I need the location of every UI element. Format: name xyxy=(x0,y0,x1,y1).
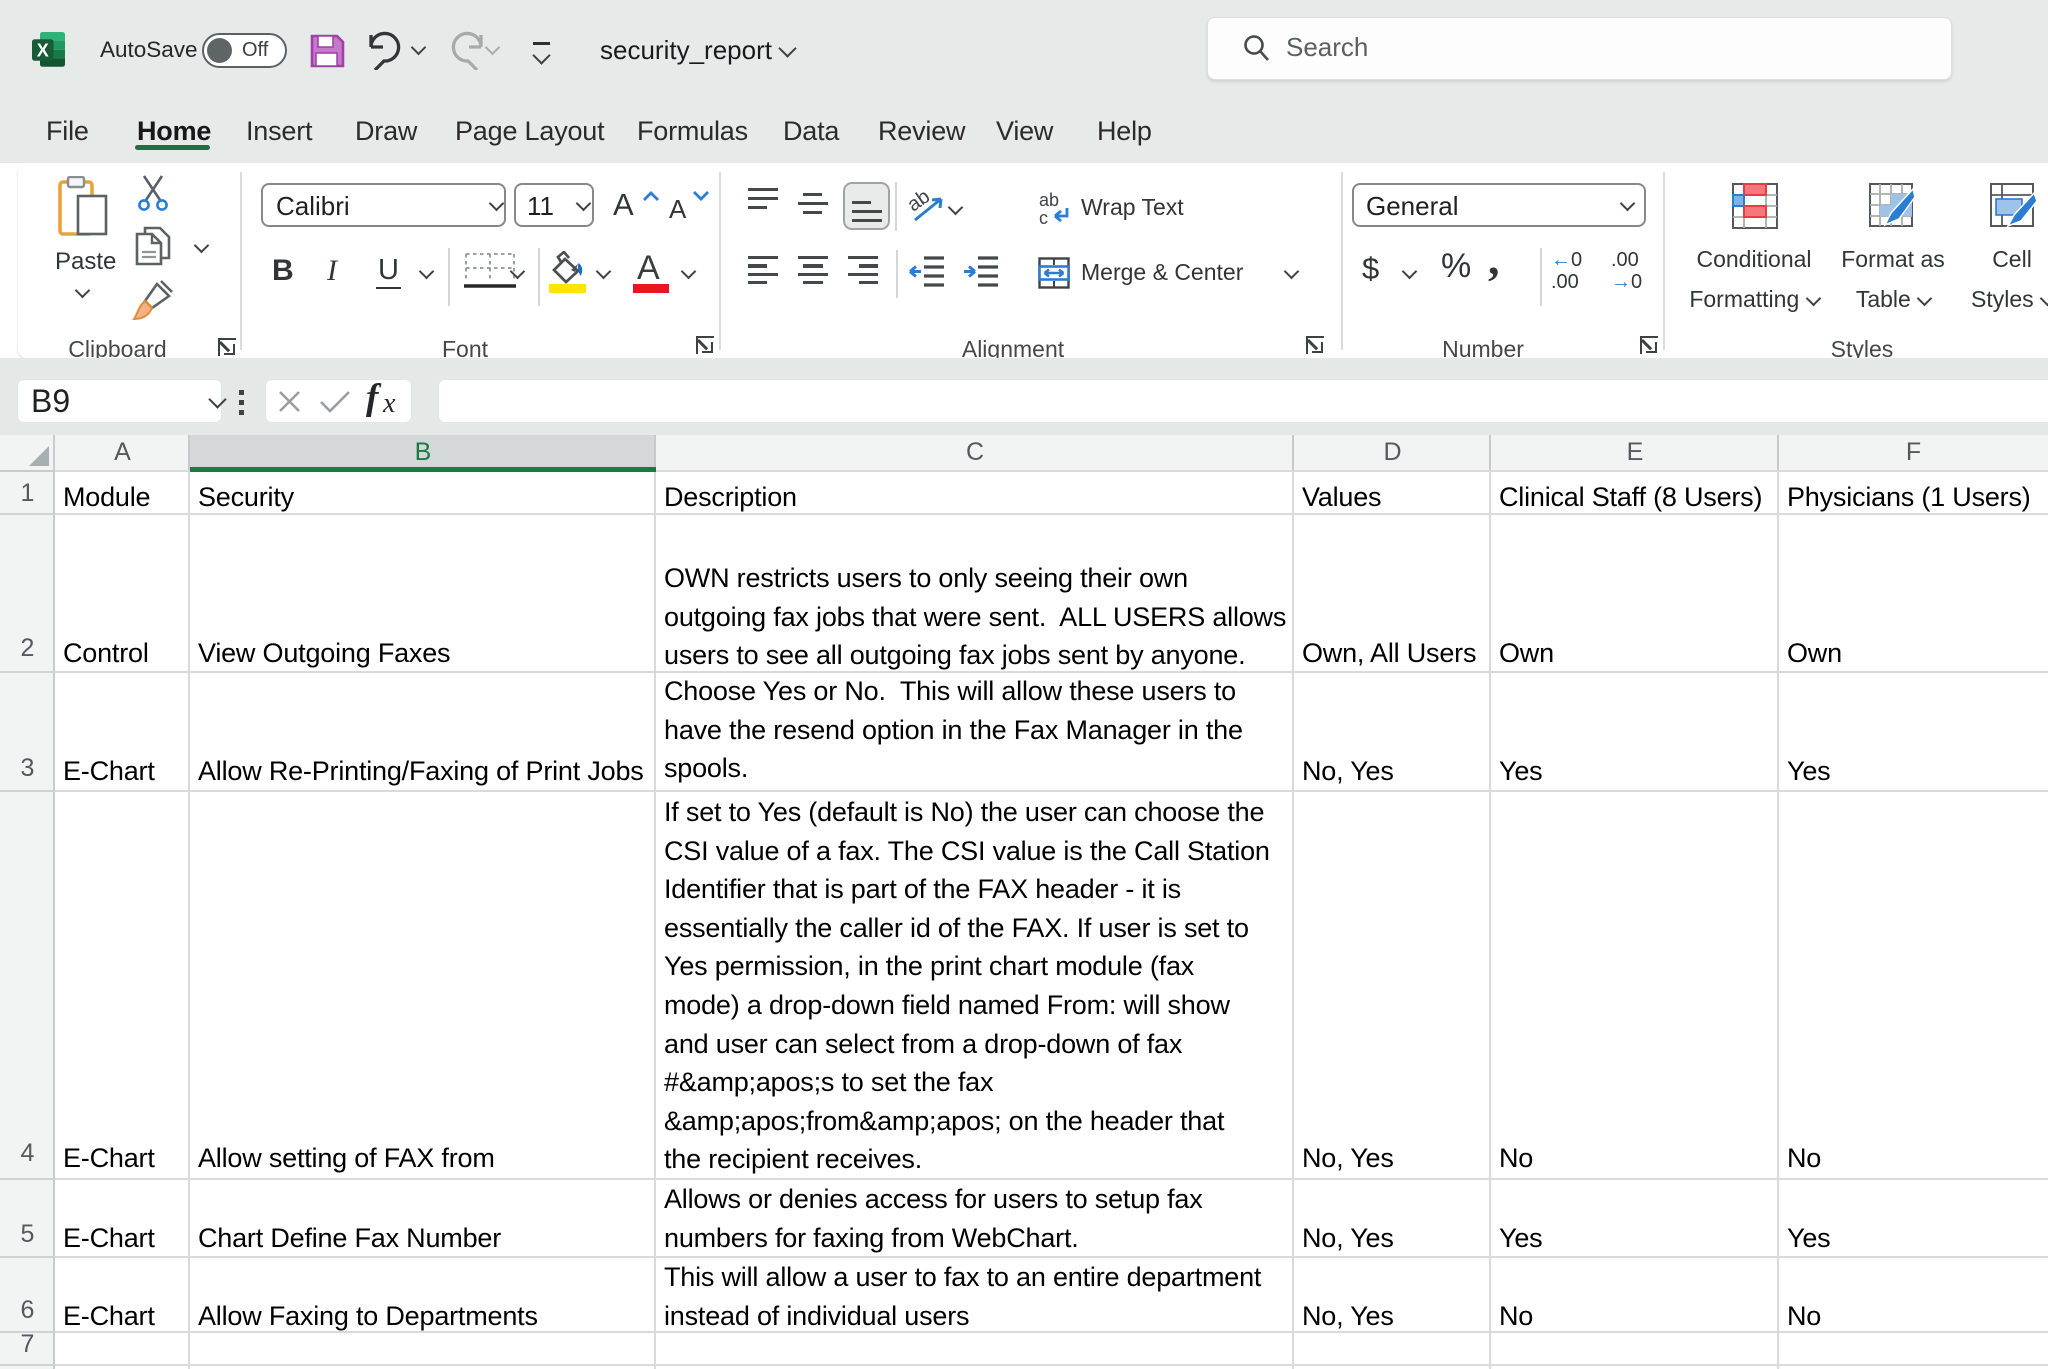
svg-text:c: c xyxy=(1039,208,1048,226)
svg-text:ab: ab xyxy=(905,186,934,216)
